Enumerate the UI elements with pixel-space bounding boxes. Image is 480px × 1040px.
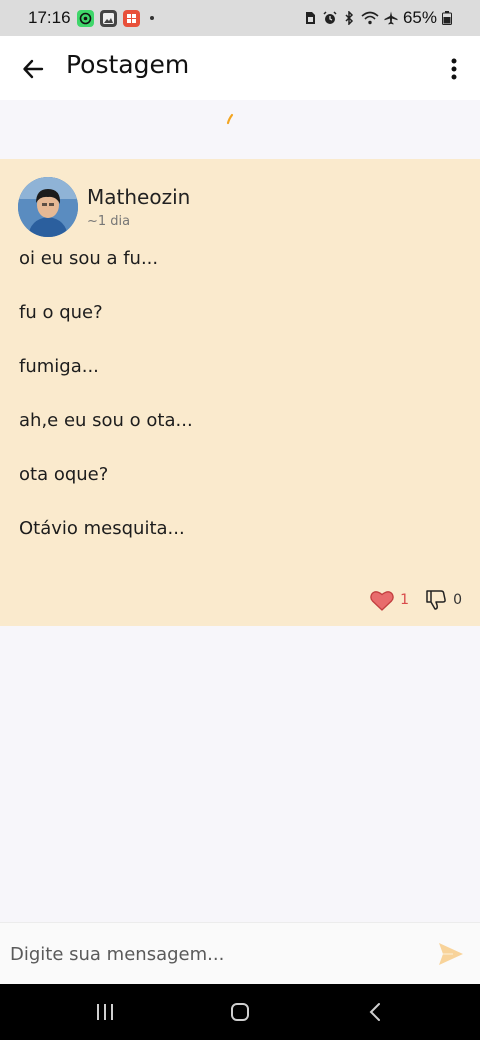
- more-options-button[interactable]: [442, 52, 466, 86]
- gallery-icon: [99, 9, 117, 27]
- post-line: fumiga...: [19, 356, 99, 377]
- heart-icon: [370, 590, 394, 611]
- battery-icon: [442, 11, 452, 25]
- app-bar: Postagem: [0, 36, 480, 100]
- recent-apps-button[interactable]: [90, 1000, 120, 1024]
- post-body: oi eu sou a fu... fu o que? fumiga... ah…: [19, 249, 459, 573]
- home-icon: [231, 1003, 249, 1021]
- alarm-icon: [323, 11, 337, 25]
- post-line: Otávio mesquita...: [19, 518, 185, 539]
- status-right: 65%: [304, 8, 452, 28]
- back-button[interactable]: [16, 52, 50, 86]
- more-vertical-icon: [451, 58, 457, 80]
- post-timestamp: ~1 dia: [87, 214, 131, 229]
- message-composer: [0, 922, 480, 984]
- recent-apps-icon: [97, 1004, 113, 1020]
- nav-back-button[interactable]: [360, 1000, 390, 1024]
- post-line: oi eu sou a fu...: [19, 248, 159, 269]
- page-title: Postagem: [66, 50, 190, 79]
- arrow-left-icon: [23, 59, 44, 79]
- bluetooth-icon: [342, 11, 356, 25]
- post-line: ah,e eu sou o ota...: [19, 410, 193, 431]
- app-notification-icon: [122, 9, 140, 27]
- post-line: fu o que?: [19, 302, 103, 323]
- airplane-icon: [384, 11, 398, 25]
- system-nav-bar: [0, 984, 480, 1040]
- post-reactions: 1 0: [370, 589, 462, 611]
- status-time: 17:16: [28, 8, 71, 27]
- more-notifications-dot: [149, 16, 154, 20]
- dislike-button[interactable]: 0: [425, 589, 462, 611]
- home-button[interactable]: [225, 1000, 255, 1024]
- author-avatar[interactable]: [18, 177, 78, 237]
- send-icon: [439, 943, 463, 965]
- like-button[interactable]: 1: [370, 590, 409, 611]
- wifi-icon: [361, 11, 379, 25]
- status-bar: 17:16 65%: [0, 0, 480, 36]
- whatsapp-icon: [76, 9, 94, 27]
- sim-icon: [304, 11, 318, 25]
- status-left: 17:16: [28, 8, 154, 28]
- thumbs-down-icon: [426, 590, 446, 610]
- dislike-count: 0: [453, 592, 462, 608]
- battery-percent: 65%: [402, 8, 437, 27]
- back-icon: [369, 1003, 380, 1021]
- message-input[interactable]: [10, 937, 410, 971]
- post-card: Matheozin ~1 dia oi eu sou a fu... fu o …: [0, 159, 480, 626]
- like-count: 1: [400, 592, 410, 608]
- send-button[interactable]: [437, 941, 465, 967]
- post-line: ota oque?: [19, 464, 109, 485]
- refresh-spinner-icon: [226, 113, 234, 125]
- author-name[interactable]: Matheozin: [87, 185, 190, 209]
